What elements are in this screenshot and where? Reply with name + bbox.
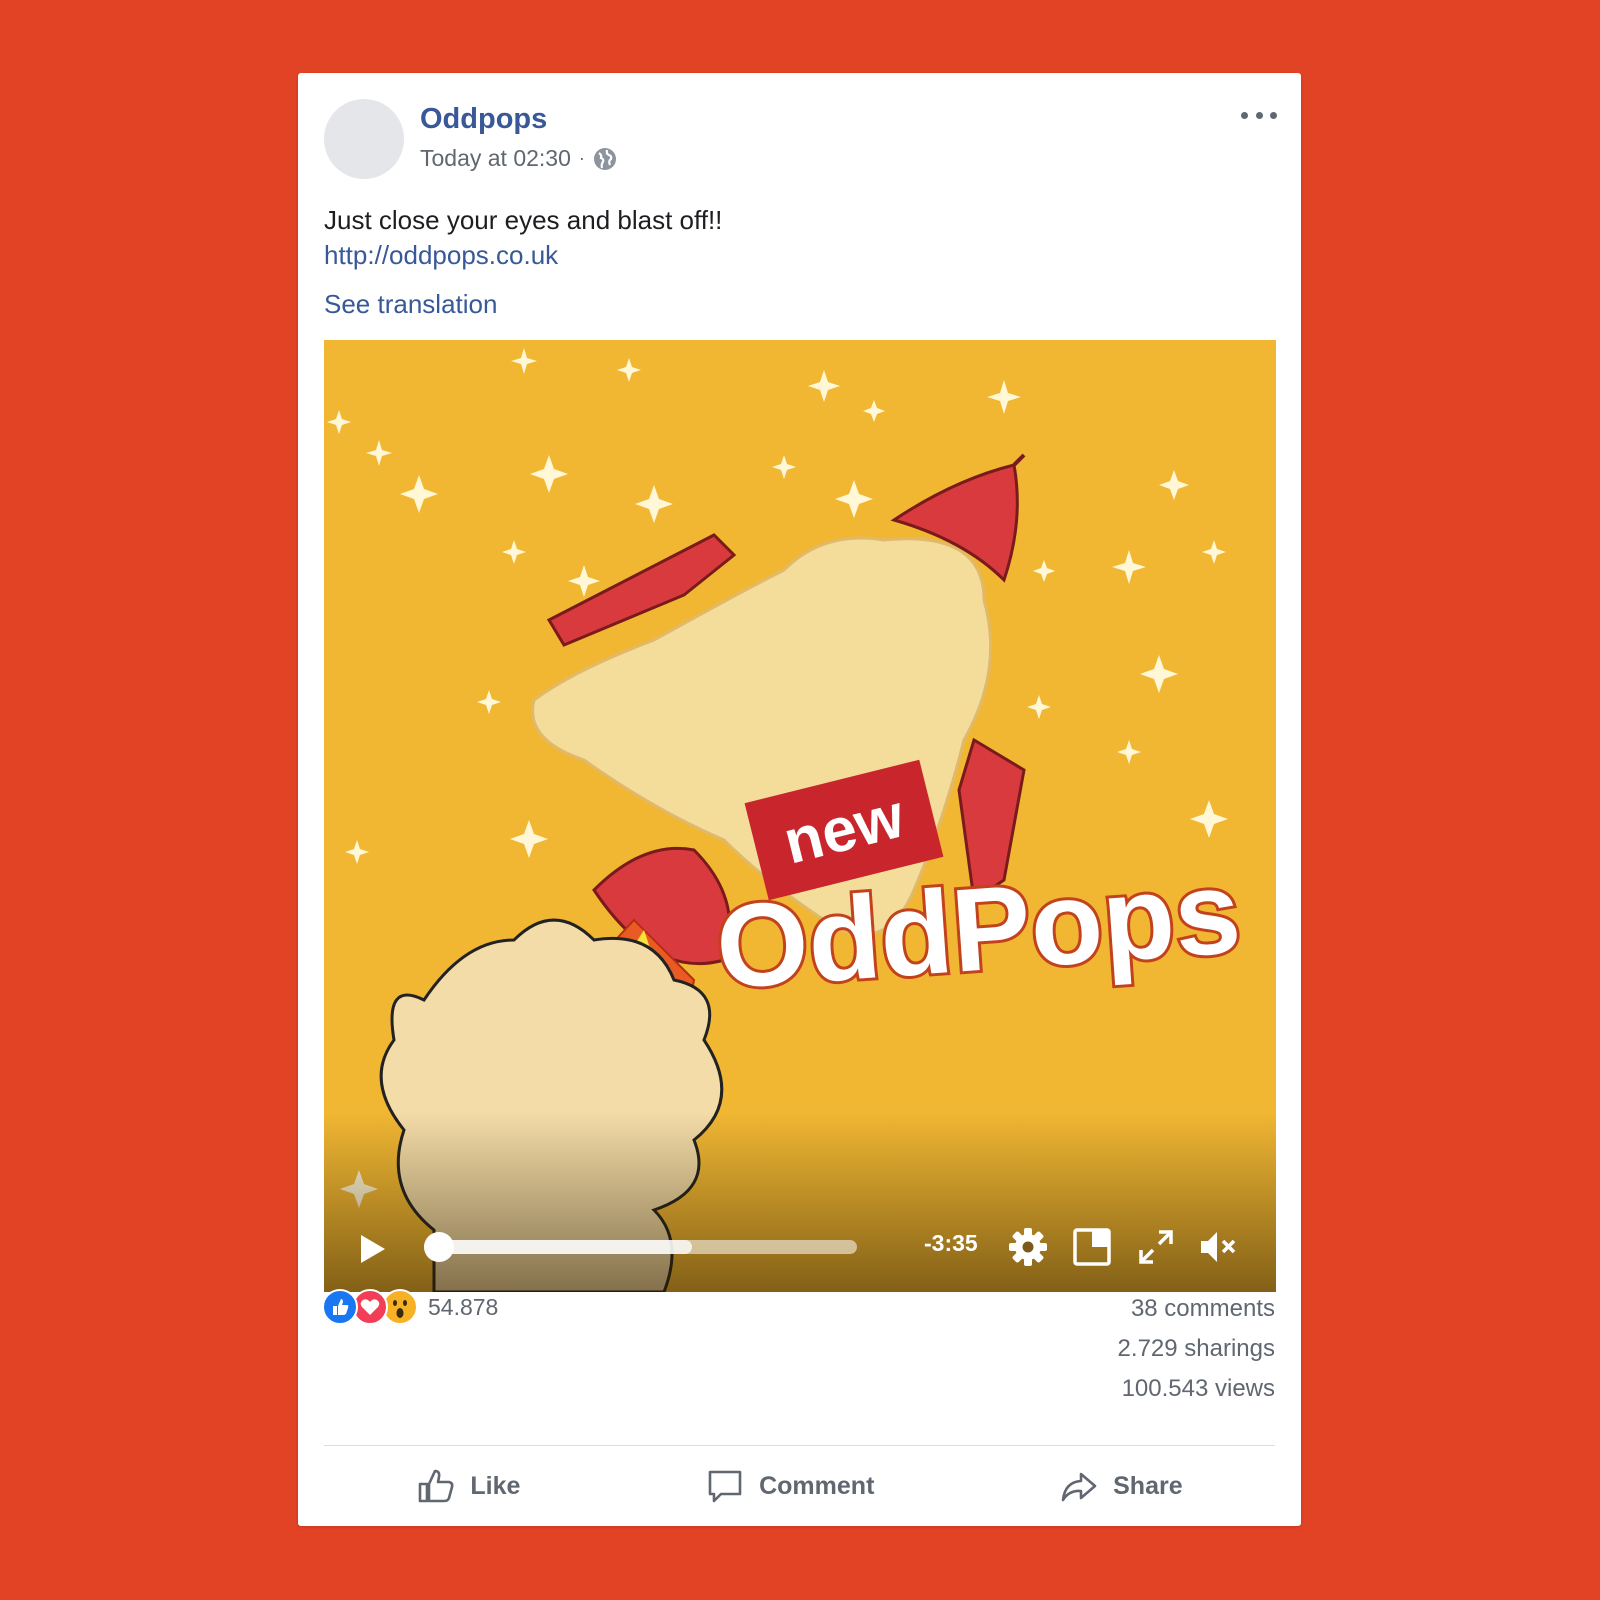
miniplayer-icon[interactable]	[1071, 1226, 1113, 1268]
post-message: Just close your eyes and blast off!!	[324, 205, 723, 235]
progress-buffered	[424, 1240, 693, 1254]
like-reaction-icon	[322, 1289, 358, 1325]
thumbs-up-icon	[419, 1469, 454, 1503]
post-link[interactable]: http://oddpops.co.uk	[324, 240, 558, 271]
globe-icon	[593, 147, 616, 170]
meta-separator: ·	[578, 148, 585, 168]
share-button[interactable]: Share	[1035, 1458, 1206, 1514]
more-dot-icon	[1270, 111, 1277, 119]
more-options-button[interactable]	[1241, 103, 1277, 127]
more-dot-icon	[1241, 111, 1248, 119]
page-name-link[interactable]: Oddpops	[420, 103, 547, 136]
like-button[interactable]: Like	[392, 1458, 544, 1514]
like-button-label: Like	[470, 1471, 521, 1500]
video-progress-bar[interactable]	[424, 1232, 857, 1262]
share-arrow-icon	[1061, 1472, 1097, 1502]
shares-count[interactable]: 2.729 sharings	[1118, 1329, 1275, 1369]
post-meta: Today at 02:30 ·	[420, 145, 617, 172]
share-button-label: Share	[1113, 1471, 1183, 1500]
video-controls: -3:35	[324, 1192, 1276, 1292]
video-player[interactable]: new OddPops -3:35	[324, 340, 1276, 1292]
page-avatar[interactable]	[324, 99, 404, 179]
time-remaining: -3:35	[924, 1230, 978, 1256]
engagement-stats: 38 comments 2.729 sharings 100.543 views	[1118, 1289, 1275, 1409]
reactions-summary[interactable]: 54.878	[322, 1289, 498, 1325]
fullscreen-icon[interactable]	[1135, 1226, 1177, 1268]
progress-scrubber[interactable]	[424, 1232, 454, 1262]
volume-muted-icon[interactable]	[1197, 1226, 1239, 1268]
settings-gear-icon[interactable]	[1007, 1226, 1049, 1268]
comment-button-label: Comment	[759, 1471, 875, 1500]
reaction-count[interactable]: 54.878	[428, 1294, 498, 1321]
views-count[interactable]: 100.543 views	[1118, 1369, 1275, 1409]
comment-bubble-icon	[708, 1470, 742, 1503]
play-icon[interactable]	[358, 1232, 388, 1266]
comment-button[interactable]: Comment	[681, 1458, 898, 1514]
comments-count[interactable]: 38 comments	[1118, 1289, 1275, 1329]
post-timestamp[interactable]: Today at 02:30	[420, 145, 571, 172]
post-actions-bar: Like Comment Share	[324, 1446, 1275, 1526]
post-card: Oddpops Today at 02:30 · Just close your…	[298, 73, 1301, 1526]
more-dot-icon	[1255, 111, 1263, 119]
see-translation-link[interactable]: See translation	[324, 289, 497, 320]
